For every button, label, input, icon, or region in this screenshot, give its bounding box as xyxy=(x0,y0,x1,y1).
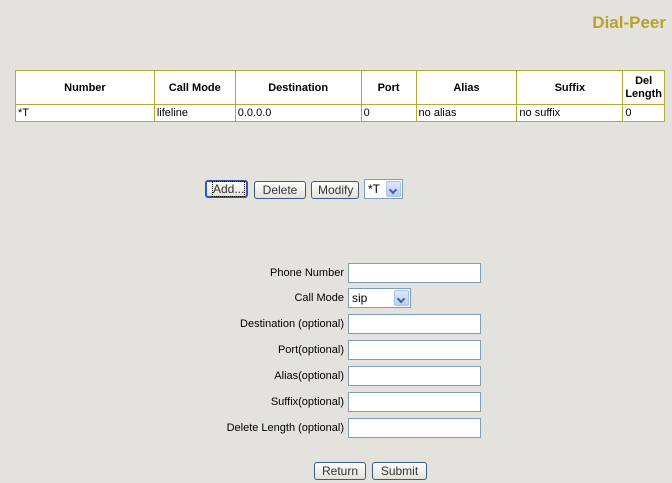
chevron-down-icon[interactable] xyxy=(386,181,401,197)
page-title: Dial-Peer xyxy=(592,13,666,32)
dial-peer-table: Number Call Mode Destination Port Alias … xyxy=(15,70,665,122)
column-header-del-length: Del Length xyxy=(622,70,665,105)
column-header-alias: Alias xyxy=(415,70,518,105)
cell-alias: no alias xyxy=(415,104,518,122)
return-button[interactable]: Return xyxy=(314,462,366,480)
cell-suffix: no suffix xyxy=(516,104,624,122)
chevron-down-icon[interactable] xyxy=(394,290,409,306)
suffix-label: Suffix(optional) xyxy=(270,396,344,408)
phone-number-label: Phone Number xyxy=(270,267,344,279)
table-row: *T lifeline 0.0.0.0 0 no alias no suffix… xyxy=(15,104,665,122)
column-header-suffix: Suffix xyxy=(516,70,624,105)
submit-button[interactable]: Submit xyxy=(372,462,427,480)
modify-button[interactable]: Modify xyxy=(311,181,359,199)
call-mode-select[interactable]: sip xyxy=(348,288,411,308)
column-header-port: Port xyxy=(360,70,417,105)
add-button[interactable]: Add... xyxy=(205,180,248,198)
port-input[interactable] xyxy=(348,340,481,360)
table-header-row: Number Call Mode Destination Port Alias … xyxy=(15,70,665,105)
call-mode-value: sip xyxy=(352,291,368,305)
column-header-number: Number xyxy=(15,70,155,105)
cell-del-length: 0 xyxy=(622,104,665,122)
cell-number: *T xyxy=(15,104,155,122)
alias-input[interactable] xyxy=(348,366,481,386)
column-header-call-mode: Call Mode xyxy=(153,70,236,105)
peer-select[interactable]: *T xyxy=(364,179,403,199)
suffix-input[interactable] xyxy=(348,392,481,412)
delete-button[interactable]: Delete xyxy=(254,181,306,199)
column-header-destination: Destination xyxy=(234,70,362,105)
delete-length-input[interactable] xyxy=(348,418,481,438)
peer-select-value: *T xyxy=(368,182,380,196)
cell-call-mode: lifeline xyxy=(153,104,236,122)
destination-input[interactable] xyxy=(348,314,481,334)
alias-label: Alias(optional) xyxy=(274,370,344,382)
cell-destination: 0.0.0.0 xyxy=(234,104,362,122)
port-label: Port(optional) xyxy=(277,344,344,356)
destination-label: Destination (optional) xyxy=(240,318,344,330)
add-button-label: Add... xyxy=(211,181,246,197)
call-mode-label: Call Mode xyxy=(294,292,344,304)
phone-number-input[interactable] xyxy=(348,263,481,283)
delete-length-label: Delete Length (optional) xyxy=(226,422,344,434)
cell-port: 0 xyxy=(360,104,417,122)
